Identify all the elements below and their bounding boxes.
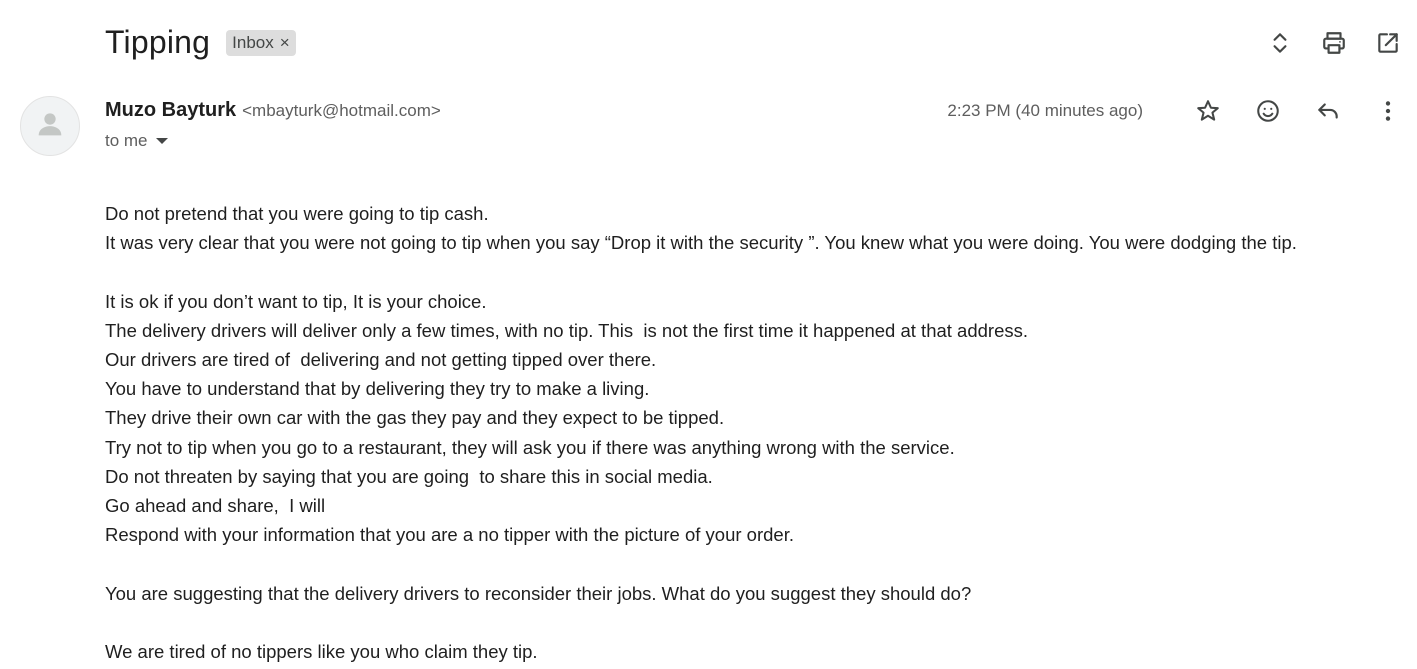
body-line: We are tired of no tippers like you who … [105, 641, 538, 662]
body-line: Our drivers are tired of delivering and … [105, 349, 657, 370]
body-blank-line [105, 257, 1395, 286]
body-line: It is ok if you don’t want to tip, It is… [105, 290, 487, 312]
label-text: Inbox [232, 32, 274, 52]
body-line: You are suggesting that the delivery dri… [105, 582, 972, 604]
top-actions [1241, 28, 1403, 58]
star-icon[interactable] [1193, 96, 1223, 126]
recipient-text: to me [105, 131, 148, 150]
email-view: Tipping Inbox × Muzo Bayturk <mbayturk@h… [0, 0, 1417, 669]
recipient-row: to me [105, 131, 168, 151]
body-line: The delivery drivers will deliver only a… [105, 319, 1029, 341]
subject-row: Tipping Inbox × [105, 24, 296, 61]
sender-email: <mbayturk@hotmail.com> [242, 101, 441, 120]
body-line: Do not pretend that you were going to ti… [105, 203, 489, 224]
inbox-label-chip[interactable]: Inbox × [226, 29, 296, 56]
body-line: It was very clear that you were not goin… [105, 232, 1297, 254]
expand-collapse-icon[interactable] [1265, 28, 1295, 58]
body-line: Go ahead and share, I will [105, 495, 326, 517]
more-vert-icon[interactable] [1373, 96, 1403, 126]
message-meta: 2:23 PM (40 minutes ago) [947, 96, 1403, 126]
sender-avatar[interactable] [20, 96, 80, 156]
body-line: Respond with your information that you a… [105, 524, 794, 546]
show-details-dropdown-icon[interactable] [155, 138, 168, 144]
open-in-new-window-icon[interactable] [1373, 28, 1403, 58]
reply-icon[interactable] [1313, 96, 1343, 126]
email-subject: Tipping [105, 24, 211, 60]
person-icon [33, 107, 67, 146]
body-line: Do not threaten by saying that you are g… [105, 465, 713, 487]
body-blank-line [105, 549, 1395, 578]
message-timestamp: 2:23 PM (40 minutes ago) [947, 101, 1143, 120]
remove-label-button[interactable]: × [280, 33, 290, 53]
email-body: Do not pretend that you were going to ti… [105, 199, 1395, 666]
body-blank-line [105, 608, 1395, 637]
print-icon[interactable] [1319, 28, 1349, 58]
body-line: They drive their own car with the gas th… [105, 407, 725, 429]
body-line: Try not to tip when you go to a restaura… [105, 436, 955, 458]
sender-row: Muzo Bayturk <mbayturk@hotmail.com> [105, 99, 441, 122]
sender-name[interactable]: Muzo Bayturk [105, 99, 236, 122]
body-line: You have to understand that by deliverin… [105, 378, 650, 400]
emoji-reaction-icon[interactable] [1253, 96, 1283, 126]
